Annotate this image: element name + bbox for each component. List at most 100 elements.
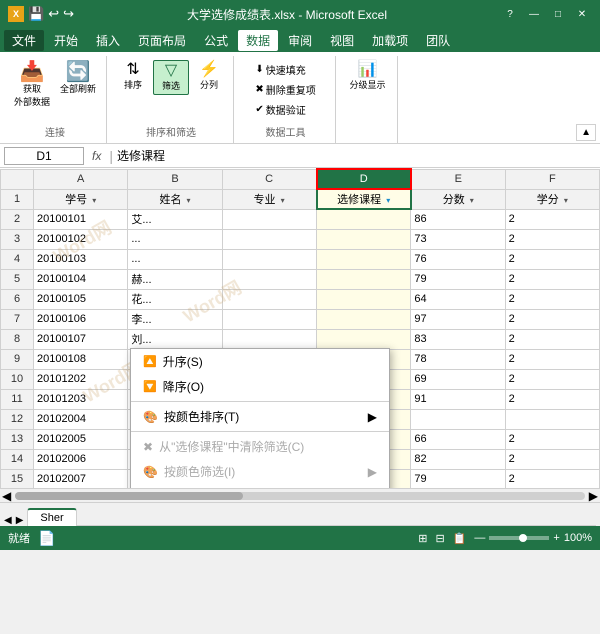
cell-a[interactable]: 20101203 xyxy=(34,389,128,409)
filter-btn[interactable]: ▽ 筛选 xyxy=(153,60,189,95)
cell-f[interactable]: 2 xyxy=(505,209,599,229)
clear-filter-item[interactable]: ✖ 从"选修课程"中清除筛选(C) xyxy=(131,434,389,459)
quick-fill-btn[interactable]: ⬇ 快速填充 xyxy=(251,60,319,79)
menu-file[interactable]: 文件 xyxy=(4,30,44,51)
col-b-header[interactable]: B xyxy=(128,169,222,189)
cell-e[interactable]: 91 xyxy=(411,389,505,409)
remove-duplicates-btn[interactable]: ✖ 删除重复项 xyxy=(251,80,319,99)
menu-formula[interactable]: 公式 xyxy=(196,30,236,51)
sheet-tab-sher[interactable]: Sher xyxy=(27,508,76,526)
nav-right-btn[interactable]: ▶ xyxy=(16,515,24,526)
cell-e[interactable]: 79 xyxy=(411,269,505,289)
cell-reference-input[interactable] xyxy=(4,147,84,165)
cell-c[interactable] xyxy=(222,329,316,349)
menu-page-layout[interactable]: 页面布局 xyxy=(130,30,194,51)
cell-f[interactable]: 2 xyxy=(505,229,599,249)
outline-btn[interactable]: 📊 分级显示 xyxy=(346,60,390,93)
cell-b[interactable]: 艾... xyxy=(128,209,222,229)
cell-c[interactable] xyxy=(222,249,316,269)
cell-e[interactable]: 73 xyxy=(411,229,505,249)
cell-a[interactable]: 20100106 xyxy=(34,309,128,329)
sort-asc-item[interactable]: 🔼 升序(S) xyxy=(131,349,389,374)
get-external-data-btn[interactable]: 📥 获取外部数据 xyxy=(10,60,54,110)
cell-d[interactable] xyxy=(317,209,411,229)
cell-d[interactable] xyxy=(317,269,411,289)
col-c-header[interactable]: C xyxy=(222,169,316,189)
view-page-btn[interactable]: 📋 xyxy=(453,532,467,545)
help-icon[interactable]: ? xyxy=(500,6,520,22)
cell-e[interactable]: 66 xyxy=(411,429,505,449)
cell-e[interactable]: 76 xyxy=(411,249,505,269)
cell-b[interactable]: ... xyxy=(128,249,222,269)
cell-b[interactable]: 李... xyxy=(128,309,222,329)
cell-a[interactable]: 20100104 xyxy=(34,269,128,289)
filter-dropdown[interactable]: 🔼 升序(S) 🔽 降序(O) 🎨 按颜色排序(T) ▶ ✖ 从"选修课程"中清… xyxy=(130,348,390,488)
cell-a[interactable]: 20102005 xyxy=(34,429,128,449)
cell-d[interactable] xyxy=(317,309,411,329)
view-normal-btn[interactable]: ⊞ xyxy=(418,532,427,545)
cell-f[interactable]: 2 xyxy=(505,389,599,409)
cell-f[interactable] xyxy=(505,409,599,429)
cell-f[interactable]: 2 xyxy=(505,469,599,488)
filter-by-color-item[interactable]: 🎨 按颜色筛选(I) ▶ xyxy=(131,459,389,484)
menu-data[interactable]: 数据 xyxy=(238,30,278,51)
scroll-left-btn[interactable]: ◀ xyxy=(2,489,11,503)
menu-team[interactable]: 团队 xyxy=(418,30,458,51)
cell-b[interactable]: 花... xyxy=(128,289,222,309)
cell-a[interactable]: 20102006 xyxy=(34,449,128,469)
refresh-all-btn[interactable]: 🔄 全部刷新 xyxy=(56,60,100,97)
cell-c[interactable] xyxy=(222,269,316,289)
cell-b[interactable]: 刘... xyxy=(128,329,222,349)
cell-a[interactable]: 20100107 xyxy=(34,329,128,349)
col-e-header[interactable]: E xyxy=(411,169,505,189)
cell-f[interactable]: 2 xyxy=(505,349,599,369)
cell-f[interactable]: 2 xyxy=(505,309,599,329)
cell-a[interactable]: 20100108 xyxy=(34,349,128,369)
cell-f[interactable]: 2 xyxy=(505,289,599,309)
cell-a[interactable]: 20100101 xyxy=(34,209,128,229)
menu-home[interactable]: 开始 xyxy=(46,30,86,51)
cell-f[interactable]: 2 xyxy=(505,249,599,269)
cell-d[interactable] xyxy=(317,289,411,309)
cell-f[interactable]: 2 xyxy=(505,329,599,349)
col-a-header[interactable]: A xyxy=(34,169,128,189)
cell-a[interactable]: 20102007 xyxy=(34,469,128,488)
scroll-right-btn[interactable]: ▶ xyxy=(589,489,598,503)
quick-redo[interactable]: ↪ xyxy=(63,6,74,22)
menu-addins[interactable]: 加载项 xyxy=(364,30,416,51)
quick-undo[interactable]: ↩ xyxy=(48,6,59,22)
field-header-f[interactable]: 学分 ▾ xyxy=(505,189,599,209)
cell-e[interactable] xyxy=(411,409,505,429)
sort-by-color-item[interactable]: 🎨 按颜色排序(T) ▶ xyxy=(131,404,389,429)
restore-btn[interactable]: □ xyxy=(548,6,568,22)
cell-b[interactable]: 赫... xyxy=(128,269,222,289)
cell-e[interactable]: 69 xyxy=(411,369,505,389)
cell-f[interactable]: 2 xyxy=(505,429,599,449)
cell-a[interactable]: 20100103 xyxy=(34,249,128,269)
close-btn[interactable]: ✕ xyxy=(572,6,592,22)
col-f-header[interactable]: F xyxy=(505,169,599,189)
cell-c[interactable] xyxy=(222,289,316,309)
zoom-slider[interactable] xyxy=(489,536,549,540)
col-d-header[interactable]: D xyxy=(317,169,411,189)
menu-insert[interactable]: 插入 xyxy=(88,30,128,51)
sort-btn[interactable]: ⇅ 排序 xyxy=(115,60,151,93)
cell-f[interactable]: 2 xyxy=(505,369,599,389)
data-validation-btn[interactable]: ✔ 数据验证 xyxy=(251,100,319,119)
menu-review[interactable]: 审阅 xyxy=(280,30,320,51)
zoom-in-btn[interactable]: + xyxy=(553,532,559,544)
view-layout-btn[interactable]: ⊟ xyxy=(436,532,445,545)
split-columns-btn[interactable]: ⚡ 分列 xyxy=(191,60,227,93)
field-header-e[interactable]: 分数 ▾ xyxy=(411,189,505,209)
cell-e[interactable]: 83 xyxy=(411,329,505,349)
formula-input[interactable] xyxy=(117,149,596,163)
nav-left-btn[interactable]: ◀ xyxy=(4,515,12,526)
cell-c[interactable] xyxy=(222,229,316,249)
cell-e[interactable]: 78 xyxy=(411,349,505,369)
zoom-out-btn[interactable]: — xyxy=(474,532,485,544)
cell-d[interactable] xyxy=(317,229,411,249)
cell-e[interactable]: 82 xyxy=(411,449,505,469)
cell-a[interactable]: 20100105 xyxy=(34,289,128,309)
sort-desc-item[interactable]: 🔽 降序(O) xyxy=(131,374,389,399)
cell-d[interactable] xyxy=(317,329,411,349)
